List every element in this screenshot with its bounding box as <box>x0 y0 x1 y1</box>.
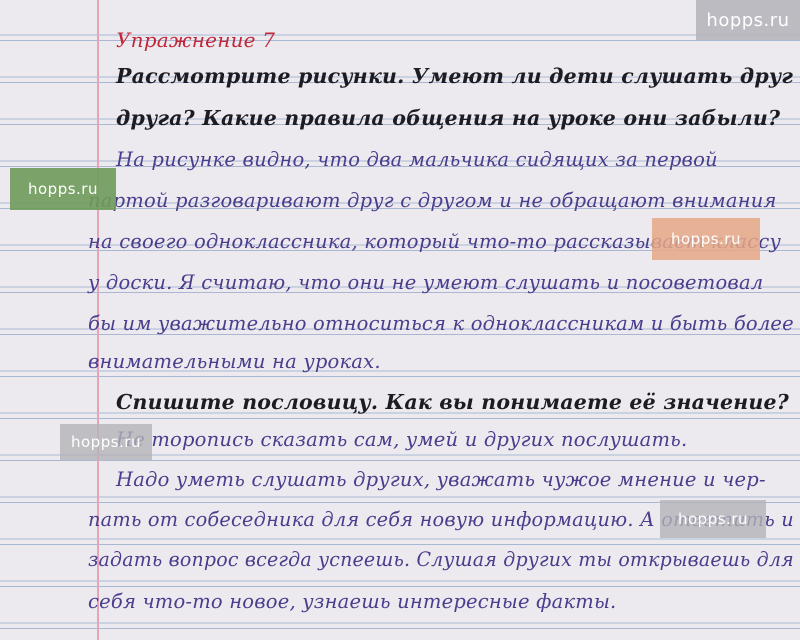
answer2-line: Надо уметь слушать других, уважать чужое… <box>116 468 766 491</box>
watermark-right-gray: hopps.ru <box>660 500 766 538</box>
task1-line2: друга? Какие правила общения на уроке он… <box>116 106 781 130</box>
task2-line1: Спишите пословицу. Как вы понимаете её з… <box>116 390 789 414</box>
answer2-line: себя что-то новое, узнаешь интересные фа… <box>88 590 617 613</box>
watermark-top-right: hopps.ru <box>696 0 800 40</box>
answer2-line: задать вопрос всегда успеешь. Слушая дру… <box>88 548 794 571</box>
answer1-line: бы им уважительно относиться к однокласс… <box>88 312 794 335</box>
answer1-line: у доски. Я считаю, что они не умеют слуш… <box>88 271 764 294</box>
task1-line1: Рассмотрите рисунки. Умеют ли дети слуша… <box>116 64 794 88</box>
exercise-title: Упражнение 7 <box>116 28 276 52</box>
answer1-line: внимательными на уроках. <box>88 350 381 373</box>
proverb: Не торопись сказать сам, умей и других п… <box>116 428 688 451</box>
watermark-middle-orange: hopps.ru <box>652 218 760 260</box>
answer1-line: На рисунке видно, что два мальчика сидящ… <box>116 148 718 171</box>
answer1-line: партой разговаривают друг с другом и не … <box>88 189 777 212</box>
watermark-left-green: hopps.ru <box>10 168 116 210</box>
watermark-left-gray: hopps.ru <box>60 424 152 460</box>
